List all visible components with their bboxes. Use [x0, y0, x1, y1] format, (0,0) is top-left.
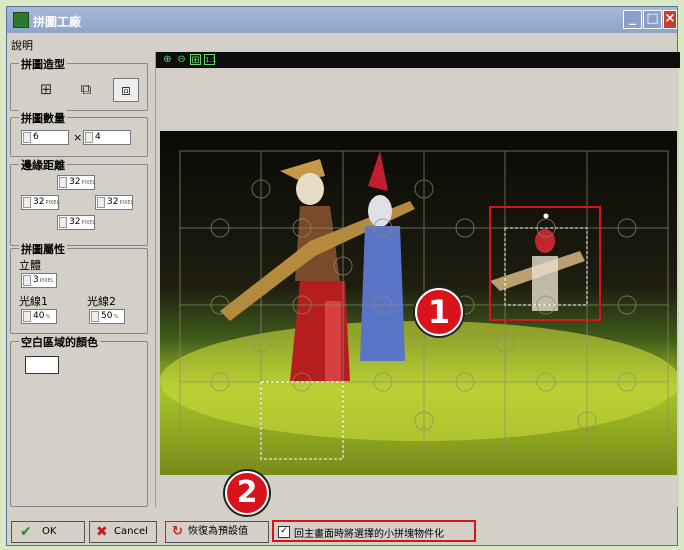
shape-group: 拼圖造型 ⊞ ⧉ ⧈ — [10, 56, 148, 111]
unit-label: PIXEL — [39, 278, 54, 284]
cancel-button[interactable]: ✖ Cancel — [89, 521, 157, 543]
spinner-arrows-icon[interactable] — [23, 132, 31, 143]
unit-label: PIXEL — [81, 220, 96, 226]
fit-icon[interactable]: ⊞ — [190, 54, 201, 66]
menu-help[interactable]: 說明 — [11, 37, 33, 53]
annotation-1: 1 — [415, 288, 463, 336]
cancel-label: Cancel — [114, 526, 148, 537]
margin-left-value: 32 — [33, 197, 45, 207]
spinner-arrows-icon[interactable] — [59, 217, 67, 228]
margin-left-spinner[interactable]: 32PIXEL — [21, 195, 59, 210]
attr-group: 拼圖屬性 立體 3PIXEL 光線1 光線2 40% 50% — [10, 241, 148, 334]
grid-jigsaw-icon[interactable]: ⧉ — [73, 78, 99, 102]
blank-color-group: 空白區域的顏色 — [10, 334, 148, 507]
flower-field — [160, 321, 677, 441]
count-group: 拼圖數量 6 × 4 — [10, 110, 148, 157]
actual-size-icon[interactable]: 1:1 — [204, 54, 216, 65]
light2-value: 50 — [101, 311, 113, 321]
blank-color-group-title: 空白區域的顏色 — [19, 334, 100, 350]
grid-plain-icon[interactable]: ⊞ — [33, 78, 59, 102]
spinner-arrows-icon[interactable] — [91, 311, 99, 322]
spinner-arrows-icon[interactable] — [85, 132, 93, 143]
ok-button[interactable]: ✔ OK — [11, 521, 85, 543]
spinner-arrows-icon[interactable] — [59, 177, 67, 188]
refresh-icon: ↻ — [172, 524, 183, 539]
unit-label: % — [45, 314, 51, 320]
light1-spinner[interactable]: 40% — [21, 309, 57, 324]
objectify-checkbox-row[interactable]: ✓ 回主畫面時將選擇的小拼塊物件化 — [272, 520, 476, 542]
unit-label: PIXEL — [81, 180, 96, 186]
window-title: 拼圖工廠 — [33, 15, 82, 29]
margin-right-value: 32 — [107, 197, 119, 207]
times-sign: × — [73, 131, 83, 144]
grid-jigsaw-alt-icon[interactable]: ⧈ — [113, 78, 139, 102]
unit-label: % — [113, 314, 119, 320]
shape-group-title: 拼圖造型 — [19, 56, 67, 72]
attr-group-title: 拼圖屬性 — [19, 241, 67, 257]
checkbox-label: 回主畫面時將選擇的小拼塊物件化 — [294, 529, 444, 540]
margin-bottom-spinner[interactable]: 32PIXEL — [57, 215, 95, 230]
minimize-button[interactable]: _ — [623, 10, 642, 29]
spinner-arrows-icon[interactable] — [23, 197, 31, 208]
spinner-arrows-icon[interactable] — [97, 197, 105, 208]
spinner-arrows-icon[interactable] — [23, 311, 31, 322]
margin-top-spinner[interactable]: 32PIXEL — [57, 175, 95, 190]
depth-value: 3 — [33, 275, 39, 285]
app-icon — [13, 12, 29, 28]
zoom-toolbar: ⊕ ⊖ ⊞ 1:1 — [156, 52, 680, 68]
rotate-handle[interactable] — [543, 213, 549, 219]
zoom-in-icon[interactable]: ⊕ — [162, 54, 173, 65]
rows-spinner[interactable]: 4 — [83, 130, 131, 145]
light2-spinner[interactable]: 50% — [89, 309, 125, 324]
unit-label: PIXEL — [45, 200, 60, 206]
depth-spinner[interactable]: 3PIXEL — [21, 273, 57, 288]
light1-label: 光線1 — [19, 295, 48, 308]
app-window: 拼圖工廠 _ □ × 說明 拼圖造型 ⊞ ⧉ ⧈ 拼圖數量 6 × 4 邊緣距離… — [6, 6, 680, 546]
check-icon: ✔ — [20, 524, 32, 540]
unit-label: PIXEL — [119, 200, 134, 206]
margin-group-title: 邊緣距離 — [19, 157, 67, 173]
margin-top-value: 32 — [69, 177, 81, 187]
maximize-button[interactable]: □ — [643, 10, 662, 29]
margin-group: 邊緣距離 32PIXEL 32PIXEL 32PIXEL 32PIXEL — [10, 157, 148, 246]
light2-label: 光線2 — [87, 295, 116, 308]
title-bar: 拼圖工廠 _ □ × — [7, 7, 677, 33]
restore-label: 恢復為預設值 — [188, 526, 248, 537]
light1-value: 40 — [33, 311, 45, 321]
close-button[interactable]: × — [663, 10, 677, 29]
cols-value: 6 — [33, 132, 39, 142]
button-bar: ✔ OK ✖ Cancel ↻ 恢復為預設值 ✓ 回主畫面時將選擇的小拼塊物件化 — [7, 517, 677, 545]
cols-spinner[interactable]: 6 — [21, 130, 69, 145]
margin-bottom-value: 32 — [69, 217, 81, 227]
x-icon: ✖ — [96, 524, 108, 540]
spinner-arrows-icon[interactable] — [23, 275, 31, 286]
depth-label: 立體 — [19, 259, 41, 272]
checkbox[interactable]: ✓ — [278, 526, 290, 538]
count-group-title: 拼圖數量 — [19, 110, 67, 126]
margin-right-spinner[interactable]: 32PIXEL — [95, 195, 133, 210]
rows-value: 4 — [95, 132, 101, 142]
zoom-out-icon[interactable]: ⊖ — [176, 54, 187, 65]
restore-defaults-button[interactable]: ↻ 恢復為預設值 — [165, 521, 269, 543]
annotation-2: 2 — [225, 471, 269, 515]
blank-color-swatch[interactable] — [25, 356, 59, 374]
ok-label: OK — [42, 526, 57, 537]
preview-pane: ⊕ ⊖ ⊞ 1:1 — [155, 52, 680, 507]
